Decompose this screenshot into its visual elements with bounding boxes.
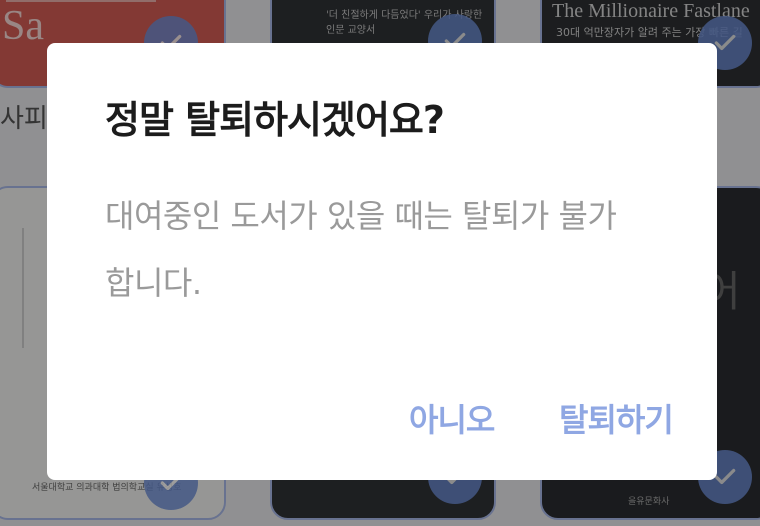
dialog-message: 대여중인 도서가 있을 때는 탈퇴가 불가 합니다. <box>105 183 665 317</box>
dialog-actions: 아니오 탈퇴하기 <box>47 395 717 445</box>
withdraw-button[interactable]: 탈퇴하기 <box>559 395 674 441</box>
cancel-button[interactable]: 아니오 <box>409 395 495 441</box>
dialog-message-line: 대여중인 도서가 있을 때는 탈퇴가 불가 <box>105 197 617 235</box>
dialog-message-line: 합니다. <box>105 264 202 302</box>
dialog-title: 정말 탈퇴하시겠어요? <box>105 98 445 142</box>
withdraw-confirm-dialog: 정말 탈퇴하시겠어요? 대여중인 도서가 있을 때는 탈퇴가 불가 합니다. 아… <box>47 43 717 480</box>
